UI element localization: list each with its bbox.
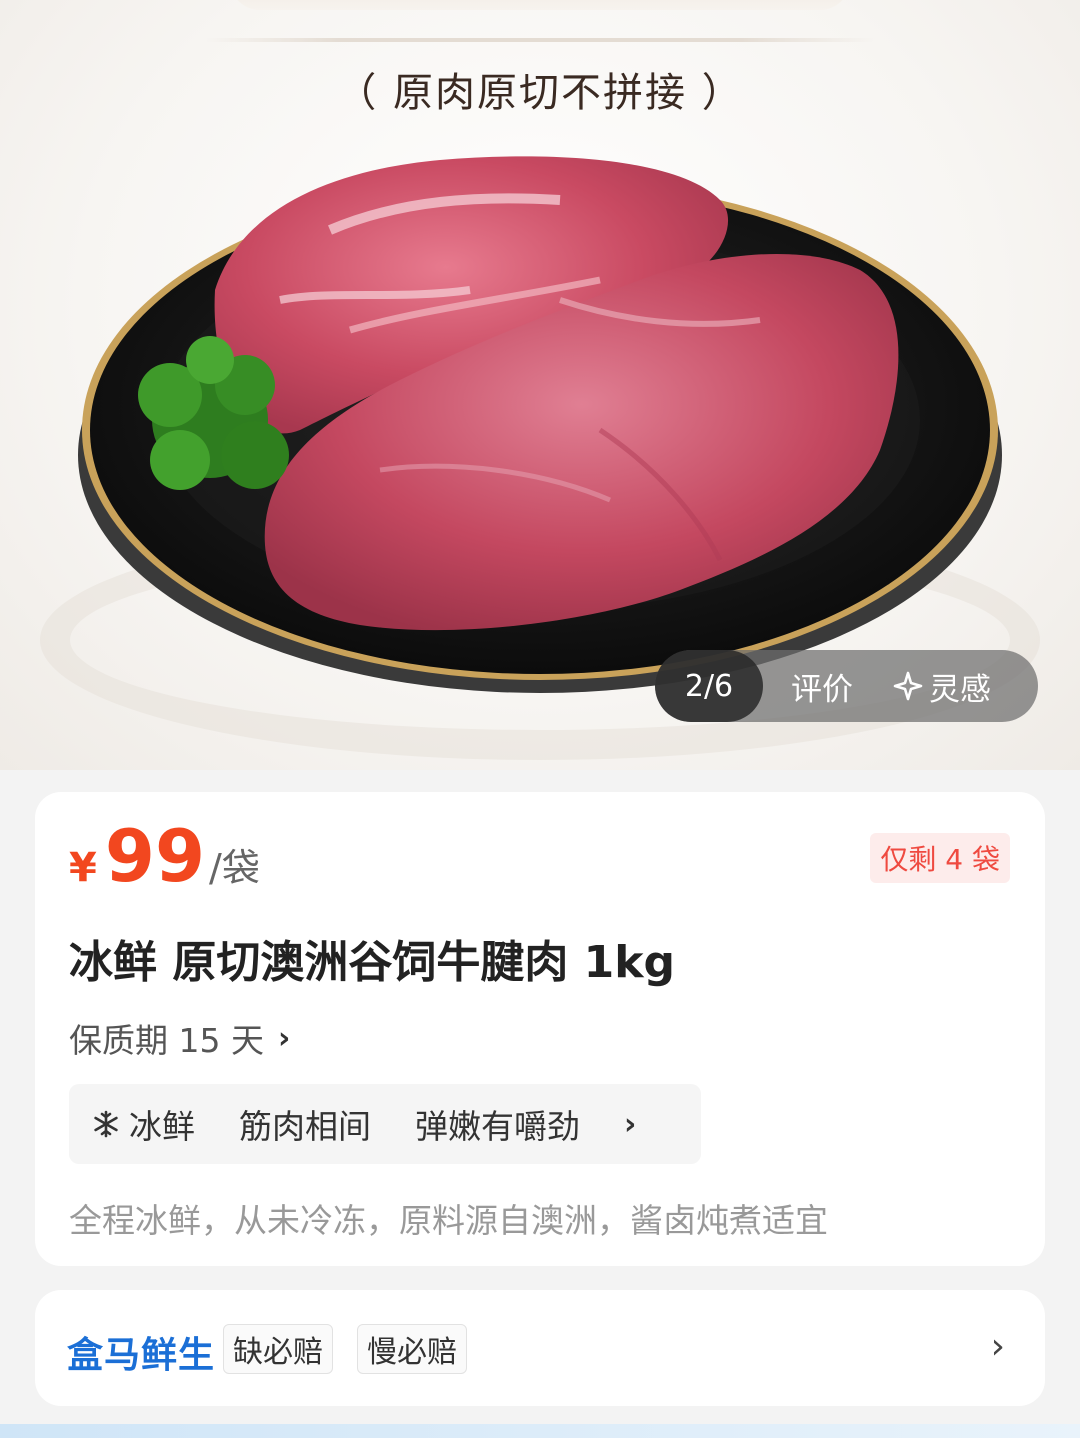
product-title: 冰鲜 原切澳洲谷饲牛腱肉 1kg (69, 937, 676, 988)
price-unit: /袋 (209, 846, 260, 890)
shelf-life-text: 保质期 15 天 (69, 1021, 264, 1060)
price: ¥ 99 /袋 (69, 820, 260, 892)
price-value: 99 (104, 814, 206, 898)
brand-logo: 盒马鲜生 (67, 1335, 216, 1376)
tab-inspiration-label: 灵感 (929, 671, 991, 708)
tag-label: 冰鲜 (129, 1107, 195, 1146)
guarantee-badge: 缺必赔 (223, 1324, 333, 1374)
gallery-controls: 2/6 评价 灵感 (655, 650, 1038, 722)
chevron-right-icon: › (990, 1326, 1005, 1367)
tag-item: 弹嫩有嚼劲 (415, 1100, 580, 1148)
snowflake-icon (94, 1110, 118, 1138)
guarantee-badge: 慢必赔 (357, 1324, 467, 1374)
tag-item: 筋肉相间 (239, 1100, 371, 1148)
tag-item: 冰鲜 (91, 1100, 195, 1148)
sparkle-icon (893, 671, 923, 701)
tab-reviews-label: 评价 (791, 671, 853, 708)
tag-label: 弹嫩有嚼劲 (415, 1107, 580, 1146)
feature-tags[interactable]: 冰鲜 筋肉相间 弹嫩有嚼劲 › (69, 1084, 701, 1164)
chevron-right-icon: › (624, 1106, 637, 1142)
tag-label: 筋肉相间 (239, 1107, 371, 1146)
tab-reviews[interactable]: 评价 (791, 664, 853, 709)
product-info-card: ¥ 99 /袋 仅剩 4 袋 冰鲜 原切澳洲谷饲牛腱肉 1kg 保质期 15 天… (35, 792, 1045, 1266)
currency-symbol: ¥ (69, 845, 97, 891)
image-counter: 2/6 (655, 650, 763, 722)
shelf-life-row[interactable]: 保质期 15 天 › (69, 1014, 290, 1062)
chevron-right-icon: › (277, 1020, 291, 1056)
product-description: 全程冰鲜，从未冷冻，原料源自澳洲，酱卤炖煮适宜 (69, 1201, 828, 1240)
product-image-gallery[interactable]: （ 原肉原切不拼接 ） 2/6 评价 灵感 (0, 0, 1080, 770)
stock-badge: 仅剩 4 袋 (870, 833, 1010, 883)
tab-inspiration[interactable]: 灵感 (893, 664, 991, 709)
bottom-section-edge (0, 1424, 1080, 1438)
service-guarantee-card[interactable]: 盒马鲜生 缺必赔 慢必赔 › (35, 1290, 1045, 1406)
